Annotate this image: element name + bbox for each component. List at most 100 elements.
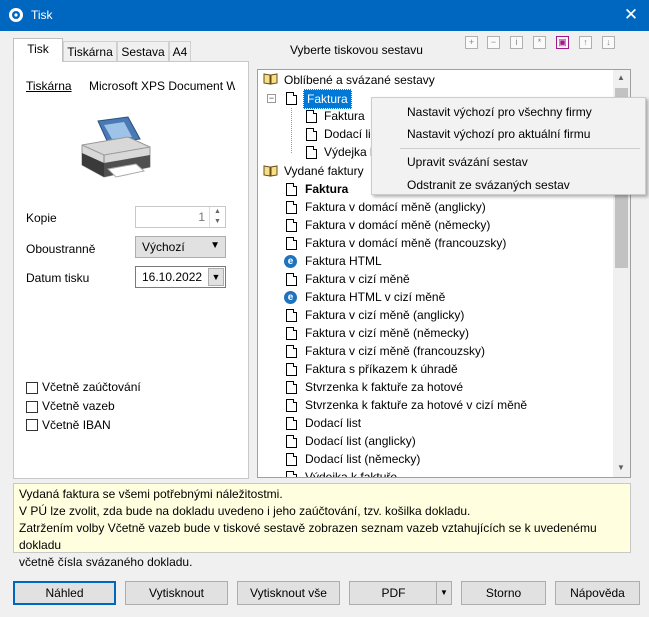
context-menu: Nastavit výchozí pro všechny firmy Nasta… <box>371 97 646 195</box>
document-icon <box>286 345 297 358</box>
document-icon <box>286 453 297 466</box>
document-icon <box>286 183 297 196</box>
add-icon[interactable]: + <box>465 36 478 49</box>
document-icon <box>286 381 297 394</box>
checkbox-iban-label[interactable]: Včetně IBAN <box>42 418 111 432</box>
description-line: V PÚ lze zvolit, zda bude na dokladu uve… <box>19 504 471 518</box>
description-line: včetně čísla svázaného dokladu. <box>19 555 193 569</box>
tree-item-selected[interactable]: Faktura <box>303 89 352 109</box>
tree-report-item[interactable]: Dodací list (anglicky) <box>305 432 416 450</box>
window-title: Tisk <box>31 8 53 22</box>
document-icon <box>286 273 297 286</box>
tree-report-item[interactable]: Faktura <box>305 180 348 198</box>
checkbox-iban[interactable] <box>26 419 38 431</box>
menu-item-default-all-firms[interactable]: Nastavit výchozí pro všechny firmy <box>407 105 592 119</box>
calendar-dropdown-icon[interactable]: ▼ <box>208 268 224 286</box>
description-line: Vydaná faktura se všemi potřebnými nálež… <box>19 487 283 501</box>
document-icon <box>306 128 317 141</box>
html-browser-icon: e <box>284 291 297 304</box>
tree-group-favorites[interactable]: Oblíbené a svázané sestavy <box>284 71 435 89</box>
document-icon <box>286 363 297 376</box>
tab-tisk[interactable]: Tisk <box>13 38 63 62</box>
tree-report-item[interactable]: Dodací list (německy) <box>305 450 420 468</box>
print-button[interactable]: Vytisknout <box>125 581 228 605</box>
tree-report-item[interactable]: Faktura v cizí měně <box>305 270 410 288</box>
scroll-down-icon[interactable]: ▼ <box>617 463 625 472</box>
tree-report-item[interactable]: Faktura v domácí měně (anglicky) <box>305 198 486 216</box>
title-bar: Tisk ✕ <box>0 0 649 31</box>
tree-line <box>291 108 293 153</box>
checkbox-links[interactable] <box>26 401 38 413</box>
tree-report-item[interactable]: Faktura v domácí měně (německy) <box>305 216 490 234</box>
scroll-up-icon[interactable]: ▲ <box>617 73 625 82</box>
checkbox-links-label[interactable]: Včetně vazeb <box>42 399 115 413</box>
tree-report-item[interactable]: Stvrzenka k faktuře za hotové v cizí měn… <box>305 396 527 414</box>
tab-a4[interactable]: A4 <box>169 41 191 62</box>
date-label: Datum tisku <box>26 271 90 285</box>
printer-label[interactable]: Tiskárna <box>26 79 72 93</box>
down-icon[interactable]: ↓ <box>602 36 615 49</box>
tree-report-item[interactable]: Dodací list <box>305 414 361 432</box>
cancel-button[interactable]: Storno <box>461 581 546 605</box>
stepper-arrows-icon[interactable]: ▲ ▼ <box>209 207 225 227</box>
printer-name: Microsoft XPS Document W <box>89 79 235 93</box>
date-picker[interactable]: 16.10.2022 ▼ <box>135 266 226 288</box>
info-icon[interactable]: i <box>510 36 523 49</box>
menu-item-remove-from-linked[interactable]: Odstranit ze svázaných sestav <box>407 178 570 192</box>
menu-separator <box>400 148 640 149</box>
date-value: 16.10.2022 <box>142 270 203 284</box>
up-icon[interactable]: ↑ <box>579 36 592 49</box>
document-icon <box>286 435 297 448</box>
printer-icon <box>81 116 151 178</box>
tab-sestava[interactable]: Sestava <box>117 41 169 62</box>
html-browser-icon: e <box>284 255 297 268</box>
copies-stepper[interactable]: 1 ▲ ▼ <box>135 206 226 228</box>
tree-report-item[interactable]: Faktura s příkazem k úhradě <box>305 360 458 378</box>
tree-report-item[interactable]: Faktura v cizí měně (anglicky) <box>305 306 464 324</box>
remove-icon[interactable]: − <box>487 36 500 49</box>
pdf-dropdown-icon[interactable]: ▼ <box>436 582 451 604</box>
checkbox-accounting[interactable] <box>26 382 38 394</box>
duplex-select[interactable]: Výchozí ▼ <box>135 236 226 258</box>
tree-report-item[interactable]: Faktura v domácí měně (francouzsky) <box>305 234 506 252</box>
tree-report-item[interactable]: Výdejka k faktuře <box>305 468 397 477</box>
menu-item-edit-links[interactable]: Upravit svázání sestav <box>407 155 528 169</box>
tree-group-invoices[interactable]: Vydané faktury <box>284 162 364 180</box>
description-line: Zatržením volby Včetně vazeb bude v tisk… <box>19 521 597 552</box>
star-icon[interactable]: * <box>533 36 546 49</box>
document-icon <box>286 237 297 250</box>
collapse-icon[interactable]: − <box>267 94 276 103</box>
tree-report-item[interactable]: Faktura HTML v cizí měně <box>305 288 445 306</box>
help-button[interactable]: Nápověda <box>555 581 640 605</box>
pdf-button[interactable]: PDF ▼ <box>349 581 452 605</box>
checkbox-accounting-label[interactable]: Včetně zaúčtování <box>42 380 141 394</box>
print-all-button[interactable]: Vytisknout vše <box>237 581 340 605</box>
tree-report-item[interactable]: Faktura v cizí měně (německy) <box>305 324 469 342</box>
document-icon <box>286 471 297 477</box>
duplex-value: Výchozí <box>142 240 185 254</box>
report-description: Vydaná faktura se všemi potřebnými nálež… <box>13 483 631 569</box>
book-icon <box>263 165 278 177</box>
document-icon <box>286 309 297 322</box>
preview-button[interactable]: Náhled <box>13 581 116 605</box>
tree-report-item[interactable]: Faktura v cizí měně (francouzsky) <box>305 342 485 360</box>
document-icon <box>286 399 297 412</box>
printer-app-icon <box>9 8 23 22</box>
tab-tiskarna[interactable]: Tiskárna <box>63 41 117 62</box>
document-icon <box>306 110 317 123</box>
document-icon <box>286 201 297 214</box>
document-icon <box>286 92 297 105</box>
document-icon <box>286 219 297 232</box>
menu-item-default-current-firm[interactable]: Nastavit výchozí pro aktuální firmu <box>407 127 590 141</box>
close-icon[interactable]: ✕ <box>620 5 642 25</box>
book-icon <box>263 73 278 85</box>
report-icon[interactable]: ▣ <box>556 36 569 49</box>
report-header: Vyberte tiskovou sestavu <box>290 43 423 57</box>
tree-child-item[interactable]: Faktura <box>324 107 365 125</box>
document-icon <box>286 417 297 430</box>
copies-label: Kopie <box>26 211 57 225</box>
tree-report-item[interactable]: Faktura HTML <box>305 252 382 270</box>
document-icon <box>286 327 297 340</box>
tree-report-item[interactable]: Stvrzenka k faktuře za hotové <box>305 378 463 396</box>
document-icon <box>306 146 317 159</box>
